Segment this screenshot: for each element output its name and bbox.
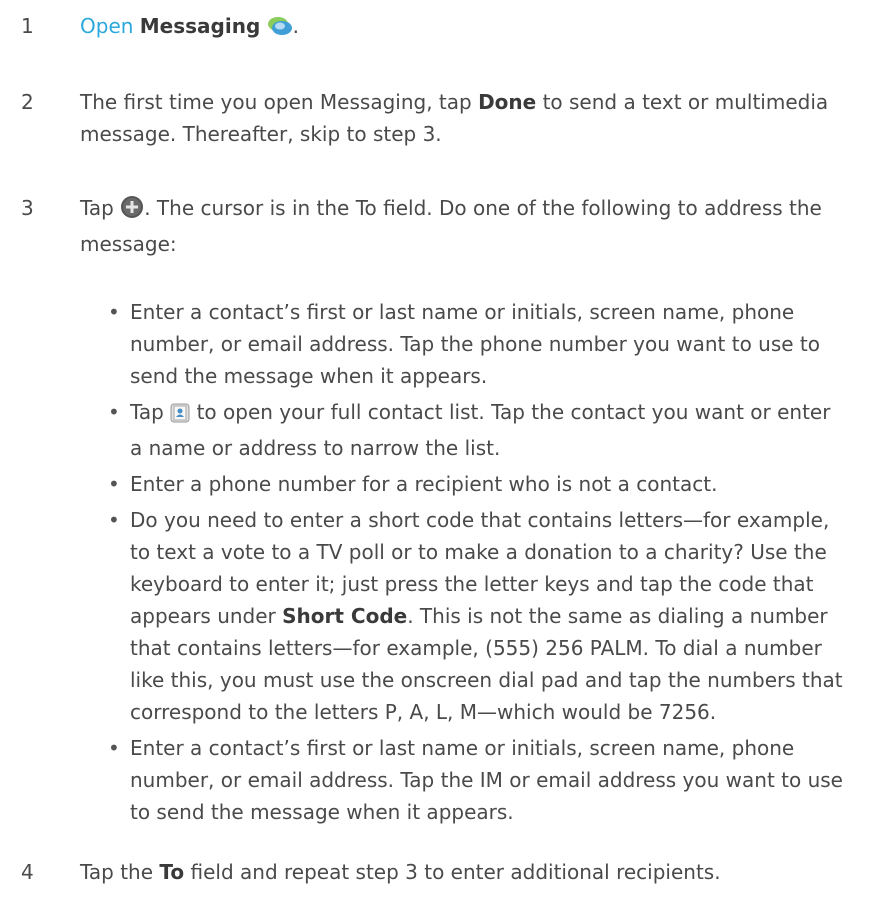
contacts-icon [170,400,190,432]
list-item: Tap to open your full contact list. Tap … [105,396,845,464]
text-segment: Tap the [80,860,160,884]
new-message-icon [120,195,144,228]
app-name: Messaging [139,14,261,38]
step-text: Tap . The cursor is in the To field. Do … [80,192,840,260]
step-text: Tap the To field and repeat step 3 to en… [80,856,840,888]
short-code-label: Short Code [282,604,408,628]
address-options-list: Enter a contact’s first or last name or … [105,296,845,832]
text-segment: Tap [130,400,171,424]
done-label: Done [478,90,537,114]
period: . [292,14,299,38]
step-text: The first time you open Messaging, tap D… [80,86,840,150]
list-item: Do you need to enter a short code that c… [105,504,845,728]
list-item: Enter a phone number for a recipient who… [105,468,845,500]
step-number: 1 [21,14,34,38]
to-label: To [159,860,185,884]
text-segment: . The cursor is in the To field. Do one … [80,196,822,256]
step-text: Open Messaging . [80,10,840,46]
step-number: 4 [21,860,34,884]
text-segment: field and repeat step 3 to enter additio… [184,860,721,884]
text-segment: Tap [80,196,121,220]
messaging-icon [267,14,293,46]
open-link[interactable]: Open [80,14,133,38]
step-number: 2 [21,90,34,114]
step-number: 3 [21,196,34,220]
list-item: Enter a contact’s first or last name or … [105,732,845,828]
text-segment: to open your full contact list. Tap the … [130,400,831,460]
list-item: Enter a contact’s first or last name or … [105,296,845,392]
text-segment: The first time you open Messaging, tap [80,90,479,114]
